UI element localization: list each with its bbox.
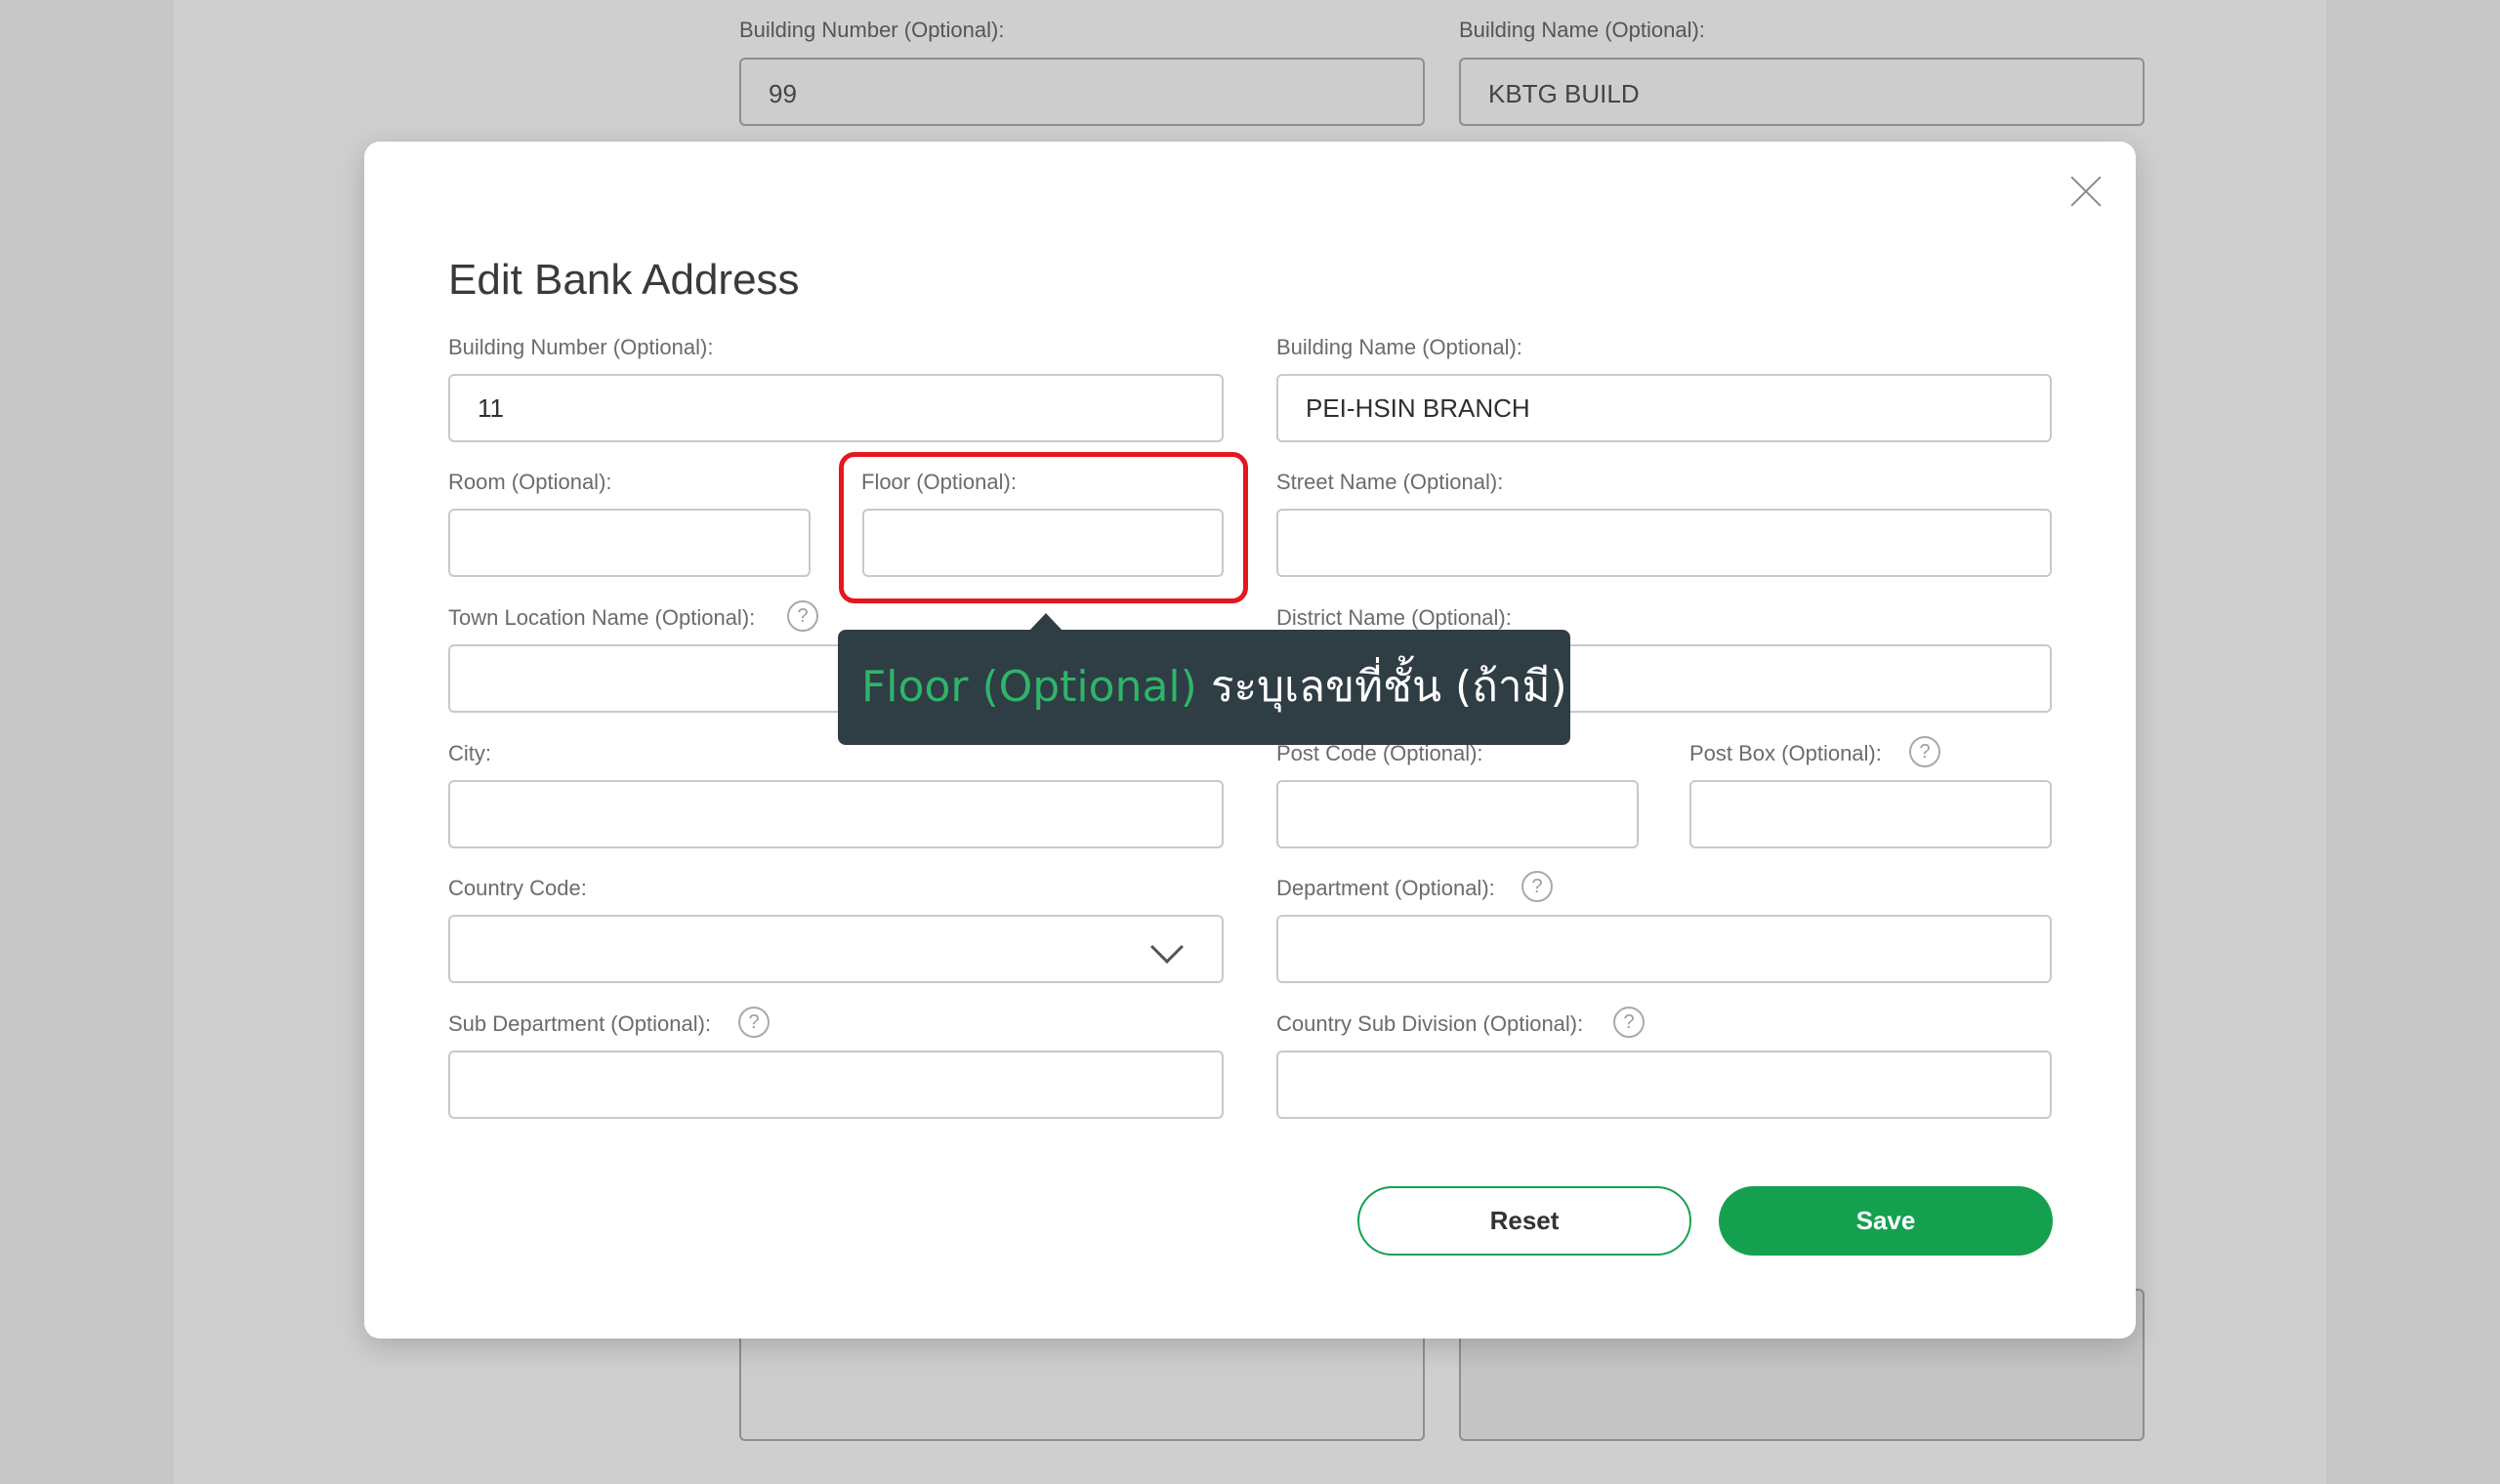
- department-label: Department (Optional):: [1276, 876, 1495, 900]
- room-label: Room (Optional):: [448, 470, 612, 494]
- city-label: City:: [448, 741, 491, 765]
- street-name-label: Street Name (Optional):: [1276, 470, 1504, 494]
- country-code-label: Country Code:: [448, 876, 587, 900]
- building-number-input[interactable]: [448, 374, 1224, 442]
- country-sub-division-help-icon[interactable]: ?: [1613, 1007, 1645, 1038]
- bg-building-number-label: Building Number (Optional):: [739, 18, 1005, 42]
- country-sub-division-input[interactable]: [1276, 1051, 2052, 1119]
- sub-department-input[interactable]: [448, 1051, 1224, 1119]
- bg-building-name-value: KBTG BUILD: [1488, 79, 1640, 108]
- department-input[interactable]: [1276, 915, 2052, 983]
- bg-building-name-label: Building Name (Optional):: [1459, 18, 1705, 42]
- post-box-input[interactable]: [1689, 780, 2052, 848]
- tooltip-field-name: Floor (Optional): [861, 662, 1197, 712]
- town-location-help-icon[interactable]: ?: [787, 600, 818, 632]
- post-box-help-icon[interactable]: ?: [1909, 736, 1940, 767]
- floor-tooltip: Floor (Optional) ระบุเลขที่ชั้น (ถ้ามี): [838, 630, 1570, 745]
- building-name-input[interactable]: [1276, 374, 2052, 442]
- building-number-label: Building Number (Optional):: [448, 335, 714, 359]
- sub-department-label: Sub Department (Optional):: [448, 1011, 712, 1036]
- floor-field-highlight: [839, 452, 1248, 603]
- tooltip-arrow: [1029, 613, 1062, 631]
- building-name-label: Building Name (Optional):: [1276, 335, 1522, 359]
- country-sub-division-label: Country Sub Division (Optional):: [1276, 1011, 1584, 1036]
- department-help-icon[interactable]: ?: [1521, 871, 1553, 902]
- post-box-label: Post Box (Optional):: [1689, 741, 1882, 765]
- save-button[interactable]: Save: [1719, 1186, 2053, 1256]
- post-code-input[interactable]: [1276, 780, 1639, 848]
- room-input[interactable]: [448, 509, 811, 577]
- bg-building-number-value: 99: [769, 79, 797, 108]
- bg-building-number-field: 99: [739, 58, 1425, 126]
- dialog-title: Edit Bank Address: [448, 256, 800, 304]
- town-location-name-label: Town Location Name (Optional):: [448, 605, 756, 630]
- bg-building-name-field: KBTG BUILD: [1459, 58, 2145, 126]
- sub-department-help-icon[interactable]: ?: [738, 1007, 770, 1038]
- district-name-label: District Name (Optional):: [1276, 605, 1512, 630]
- city-input[interactable]: [448, 780, 1224, 848]
- tooltip-description: ระบุเลขที่ชั้น (ถ้ามี): [1196, 662, 1567, 712]
- country-code-select[interactable]: [448, 915, 1224, 983]
- street-name-input[interactable]: [1276, 509, 2052, 577]
- close-icon[interactable]: [2068, 174, 2104, 209]
- reset-button[interactable]: Reset: [1357, 1186, 1691, 1256]
